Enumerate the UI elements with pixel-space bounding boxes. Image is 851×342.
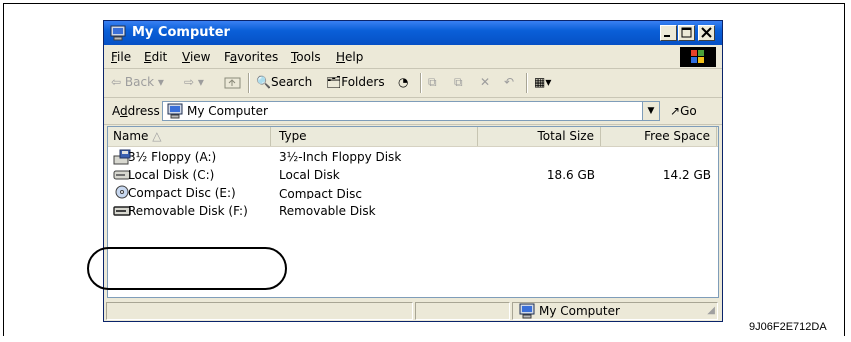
up-folder-button[interactable]	[224, 75, 242, 92]
menu-favorites[interactable]: Favorites	[224, 50, 278, 64]
title-bar[interactable]: My Computer	[104, 21, 722, 45]
menu-view[interactable]: View	[182, 50, 210, 64]
back-button[interactable]: ⇦ Back ▾	[111, 75, 164, 89]
list-item[interactable]: Removable Disk (F:) Removable Disk	[108, 203, 718, 221]
move-to-icon: ⧉	[428, 75, 437, 89]
toolbar-separator	[420, 73, 422, 93]
go-button[interactable]: ↗Go	[670, 104, 697, 118]
folders-icon: 🗂	[326, 75, 342, 89]
history-icon: ◔	[398, 75, 409, 89]
search-button[interactable]: 🔍Search	[256, 75, 312, 89]
delete-icon: ✕	[480, 75, 491, 89]
address-bar: Address My Computer ▼ ↗Go	[104, 98, 722, 125]
copy-to-icon: ⧉	[454, 75, 463, 89]
move-to-button[interactable]: ⧉	[428, 75, 437, 90]
address-dropdown-button[interactable]: ▼	[642, 102, 659, 120]
menu-file[interactable]: File	[111, 50, 131, 64]
menu-bar: File Edit View Favorites Tools Help	[104, 46, 722, 69]
address-value: My Computer	[187, 104, 268, 118]
list-item[interactable]: 3½ Floppy (A:) 3½-Inch Floppy Disk	[108, 149, 718, 167]
go-arrow-icon: ↗	[670, 104, 681, 118]
close-icon	[701, 27, 712, 38]
folders-button[interactable]: 🗂Folders	[326, 75, 385, 89]
my-computer-icon	[167, 103, 183, 119]
views-button[interactable]: ▦▾	[534, 75, 551, 89]
chevron-down-icon: ▼	[647, 106, 655, 116]
resize-grip-icon[interactable]: ◢	[707, 305, 715, 316]
menu-tools[interactable]: Tools	[291, 50, 321, 64]
my-computer-icon	[110, 25, 126, 41]
list-item[interactable]: Compact Disc (E:) Compact Disc	[108, 185, 718, 199]
status-pane-zone: My Computer ◢	[512, 302, 718, 320]
copy-to-button[interactable]: ⧉	[454, 75, 463, 90]
forward-arrow-icon: ⇨	[184, 75, 195, 89]
up-folder-icon	[224, 77, 241, 89]
history-button[interactable]: ◔	[398, 75, 408, 89]
sort-ascending-icon: △	[152, 129, 162, 143]
maximize-button[interactable]	[678, 25, 695, 41]
undo-button[interactable]: ↶	[504, 75, 514, 89]
close-button[interactable]	[698, 25, 715, 41]
address-label: Address	[112, 104, 160, 118]
windows-flag-icon	[691, 50, 704, 63]
menu-help[interactable]: Help	[336, 50, 363, 64]
undo-icon: ↶	[504, 75, 515, 89]
menu-edit[interactable]: Edit	[144, 50, 167, 64]
toolbar-separator	[526, 73, 528, 93]
column-name[interactable]: Name △	[108, 127, 271, 146]
column-headers: Name △ Type Total Size Free Space	[108, 127, 718, 147]
back-arrow-icon: ⇦	[111, 75, 122, 89]
search-icon: 🔍	[256, 75, 271, 89]
standard-toolbar: ⇦ Back ▾ ⇨ ▾ 🔍Search 🗂Folders ◔ ⧉ ⧉ ✕ ↶ …	[104, 69, 722, 98]
minimize-icon	[664, 35, 670, 37]
views-icon: ▦▾	[534, 75, 552, 89]
status-pane-size	[415, 302, 510, 320]
column-total-size[interactable]: Total Size	[478, 127, 601, 146]
forward-button[interactable]: ⇨ ▾	[184, 75, 204, 89]
windows-logo	[680, 47, 716, 67]
minimize-button[interactable]	[660, 25, 677, 41]
delete-button[interactable]: ✕	[480, 75, 490, 89]
address-field[interactable]: My Computer ▼	[162, 101, 660, 121]
column-free-space[interactable]: Free Space	[601, 127, 717, 146]
removable-disk-callout	[87, 247, 287, 290]
maximize-icon	[681, 27, 692, 38]
window-title: My Computer	[132, 25, 230, 40]
status-pane-main	[106, 302, 413, 320]
list-item[interactable]: Local Disk (C:) Local Disk 18.6 GB 14.2 …	[108, 167, 718, 185]
column-type[interactable]: Type	[271, 127, 478, 146]
status-bar: My Computer ◢	[104, 300, 722, 321]
my-computer-icon	[519, 303, 535, 319]
toolbar-separator	[248, 73, 250, 93]
figure-id: 9J06F2E712DA	[749, 321, 827, 333]
